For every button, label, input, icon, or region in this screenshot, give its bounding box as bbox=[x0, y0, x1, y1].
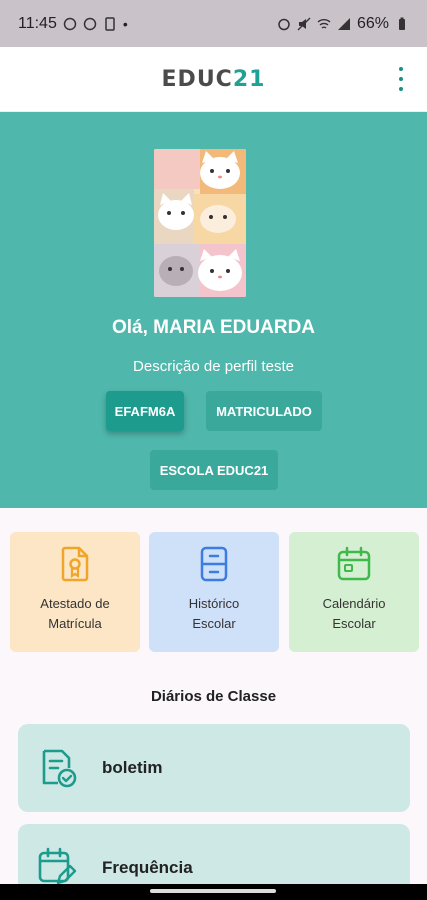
whatsapp-icon bbox=[63, 17, 77, 30]
status-bar: 11:45 • 66% bbox=[0, 0, 427, 47]
card-historico-escolar[interactable]: Histórico Escolar bbox=[149, 532, 279, 652]
card-label-line1: Atestado de bbox=[40, 596, 110, 611]
more-options-button[interactable] bbox=[393, 67, 409, 91]
card-atestado-matricula[interactable]: Atestado de Matrícula bbox=[10, 532, 140, 652]
greeting-text: Olá, MARIA EDUARDA bbox=[111, 317, 316, 338]
enrollment-status-chip[interactable]: MATRICULADO bbox=[206, 391, 322, 431]
home-gesture-handle[interactable] bbox=[150, 889, 276, 893]
profile-description: Descrição de perfil teste bbox=[133, 358, 294, 375]
card-label-line1: Calendário bbox=[322, 596, 386, 611]
card-label-line2: Escolar bbox=[192, 616, 236, 631]
certificate-icon bbox=[61, 546, 89, 582]
whatsapp-icon bbox=[83, 17, 97, 30]
card-label-line2: Escolar bbox=[332, 616, 376, 631]
calendar-icon bbox=[337, 546, 371, 581]
school-chip[interactable]: ESCOLA EDUC21 bbox=[150, 450, 278, 490]
diario-item-label: boletim bbox=[102, 758, 163, 777]
diarios-section-title: Diários de Classe bbox=[150, 688, 277, 705]
archive-icon bbox=[200, 546, 228, 582]
calendar-edit-icon bbox=[38, 847, 77, 885]
more-vert-icon bbox=[399, 67, 403, 71]
card-calendario-escolar[interactable]: Calendário Escolar bbox=[289, 532, 419, 652]
wifi-icon bbox=[317, 18, 331, 29]
profile-avatar[interactable] bbox=[154, 149, 246, 297]
signal-icon bbox=[337, 17, 350, 30]
system-nav-bar bbox=[0, 884, 427, 900]
status-time: 11:45 bbox=[18, 14, 57, 32]
profile-header: Olá, MARIA EDUARDA Descrição de perfil t… bbox=[0, 112, 427, 508]
sim-icon bbox=[105, 16, 115, 31]
diario-item-label: Frequência bbox=[102, 858, 193, 877]
card-label-line1: Histórico bbox=[188, 596, 240, 611]
alarm-icon bbox=[278, 18, 290, 30]
shortcut-cards: Atestado de Matrícula Histórico Escolar Ca… bbox=[10, 532, 419, 652]
class-chip[interactable]: EFAFM6A bbox=[106, 391, 184, 431]
battery-percent: 66% bbox=[356, 14, 389, 32]
cats-illustration bbox=[154, 149, 246, 297]
battery-icon bbox=[399, 17, 405, 30]
diario-item-boletim[interactable]: boletim bbox=[18, 724, 410, 812]
app-bar: EDUC21 bbox=[0, 47, 427, 112]
card-label-line2: Matrícula bbox=[48, 616, 102, 631]
notification-dot-icon: • bbox=[122, 15, 128, 32]
mute-icon bbox=[297, 17, 311, 30]
app-logo: EDUC21 bbox=[161, 66, 266, 92]
report-check-icon bbox=[42, 749, 77, 788]
